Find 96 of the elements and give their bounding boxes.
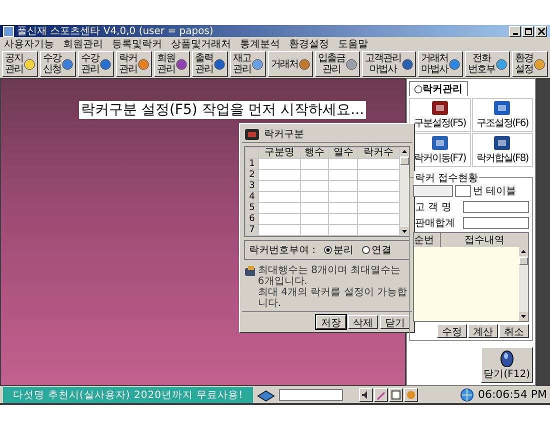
toolbar-icon: [252, 58, 263, 70]
toolbar-icon: [24, 58, 35, 70]
locker-tool-button[interactable]: 구분설정(F5): [409, 98, 470, 132]
status-notice: 다섯명 추천시(실사용자) 2020년까지 무료사용!: [3, 386, 253, 402]
scroll-up-icon[interactable]: [400, 147, 409, 156]
toolbar-icon: [214, 58, 225, 70]
dialog-title: 락커구분: [264, 128, 304, 141]
dialog-button[interactable]: 저장: [316, 315, 346, 329]
notice-message: 락커구분 설정(F5) 작업을 먼저 시작하세요...: [79, 101, 366, 119]
scroll-up-icon[interactable]: [519, 247, 528, 256]
scrollbar[interactable]: [519, 247, 528, 321]
group-title: 락커 접수현황: [414, 171, 480, 185]
panel-tab[interactable]: ○락커관리: [409, 81, 468, 96]
input-field[interactable]: [279, 388, 343, 400]
row-number: 4: [246, 192, 258, 202]
toolbar-button[interactable]: 락커 관리: [116, 51, 152, 77]
column-header: 열수: [328, 148, 358, 158]
toolbar-button[interactable]: 공지 관리: [2, 51, 38, 77]
row-number: 6: [246, 214, 258, 224]
toolbar-icon: [299, 58, 310, 70]
group-button[interactable]: 취소: [499, 324, 529, 338]
clock-time: 06:06:54 PM: [478, 388, 547, 401]
menu-item[interactable]: 사용자기능: [4, 36, 54, 50]
toolbar-button[interactable]: 환경 설정: [512, 51, 548, 77]
note-text: 최대행수는 8개이며 최대열수는 6개입니다.: [258, 265, 402, 287]
dialog-button[interactable]: 삭제: [348, 315, 378, 329]
tool-icon: [430, 135, 449, 151]
globe-icon: [460, 388, 474, 402]
tool-icon: [493, 135, 512, 151]
toolbar-button[interactable]: 입출금 관리: [315, 51, 360, 77]
speaker-icon[interactable]: [359, 388, 373, 402]
row-number: 1: [246, 158, 258, 170]
radio-label: 락커번호부여 :: [249, 244, 316, 257]
radio-option[interactable]: 연결: [362, 243, 392, 257]
tool-icon: [430, 100, 449, 116]
menu-item[interactable]: 환경설정: [289, 36, 329, 50]
row-number: 3: [246, 180, 258, 192]
toolbar-button[interactable]: 출력 관리: [192, 51, 228, 77]
toolbar-button[interactable]: 회원 관리: [154, 51, 190, 77]
toolbar-icon: [346, 58, 357, 70]
toolbar-icon: [402, 58, 413, 70]
toolbar-button[interactable]: 거래처 마법사: [418, 51, 463, 77]
group-button[interactable]: 계산: [468, 324, 498, 338]
input-field[interactable]: [413, 185, 453, 197]
toolbar-icon: [100, 58, 111, 70]
scroll-down-icon[interactable]: [400, 227, 409, 236]
locker-tool-button[interactable]: 구조설정(F6): [472, 98, 533, 132]
menu-item[interactable]: 회원관리: [63, 36, 103, 50]
note-text: 최대 4개의 락커를 설정이 가능합니다.: [258, 287, 408, 309]
window-icon[interactable]: [389, 388, 403, 402]
radio-option[interactable]: 분리: [324, 243, 354, 257]
toolbar-button[interactable]: 재고 관리: [230, 51, 266, 77]
locker-icon: [244, 127, 260, 141]
column-header: 행수: [300, 148, 329, 158]
field-label: 번 테이블: [473, 185, 516, 198]
scrollbar[interactable]: [400, 147, 409, 236]
input-field[interactable]: [463, 217, 529, 229]
tool-icon: [493, 100, 512, 116]
column-header: 락커수: [358, 148, 400, 158]
app-icon: [3, 26, 14, 36]
maximize-icon[interactable]: [522, 26, 534, 36]
scroll-thumb[interactable]: [519, 257, 528, 265]
menu-item[interactable]: 도움말: [338, 36, 368, 50]
minimize-icon[interactable]: [509, 26, 521, 36]
toolbar-button[interactable]: 거래처: [268, 51, 313, 77]
input-field[interactable]: [463, 201, 529, 213]
menu-item[interactable]: 통계분석: [240, 36, 280, 50]
toolbar-icon: [449, 58, 460, 70]
field-label: 고 객 명: [414, 201, 452, 214]
toolbar-icon: [138, 58, 149, 70]
dialog-button[interactable]: 닫기: [380, 315, 410, 329]
toolbar-button[interactable]: 전화 번호부: [465, 51, 510, 77]
field-label: 판매합계: [414, 217, 456, 230]
row-number: 7: [246, 224, 258, 236]
column-header: 접수내역: [464, 234, 506, 247]
scroll-down-icon[interactable]: [519, 312, 528, 321]
toolbar-icon: [496, 58, 507, 70]
toolbar-icon: [62, 58, 73, 70]
column-header: 구분명: [258, 148, 300, 158]
menu-item[interactable]: 등록및락커: [112, 36, 162, 50]
scroll-thumb[interactable]: [400, 157, 409, 165]
input-field[interactable]: [455, 185, 471, 197]
toolbar-button[interactable]: 고객관리 마법사: [362, 51, 416, 77]
window-title: 풀신재 스포츠센타 V4,0,0 (user = papos): [17, 25, 214, 38]
menu-item[interactable]: 상품및거래처: [171, 36, 231, 50]
locker-tool-button[interactable]: 락커합실(F8): [472, 133, 533, 167]
row-number: 2: [246, 170, 258, 180]
toolbar-button[interactable]: 수강 관리: [78, 51, 114, 77]
row-number: 5: [246, 202, 258, 214]
toolbar-icon: [176, 58, 187, 70]
toolbar-button[interactable]: 수강 신청: [40, 51, 76, 77]
group-button[interactable]: 수정: [437, 324, 467, 338]
toolbar-icon: [534, 58, 545, 70]
close-button[interactable]: 닫기(F12): [480, 347, 533, 383]
close-icon[interactable]: [535, 26, 547, 36]
pen-icon[interactable]: [374, 388, 388, 402]
